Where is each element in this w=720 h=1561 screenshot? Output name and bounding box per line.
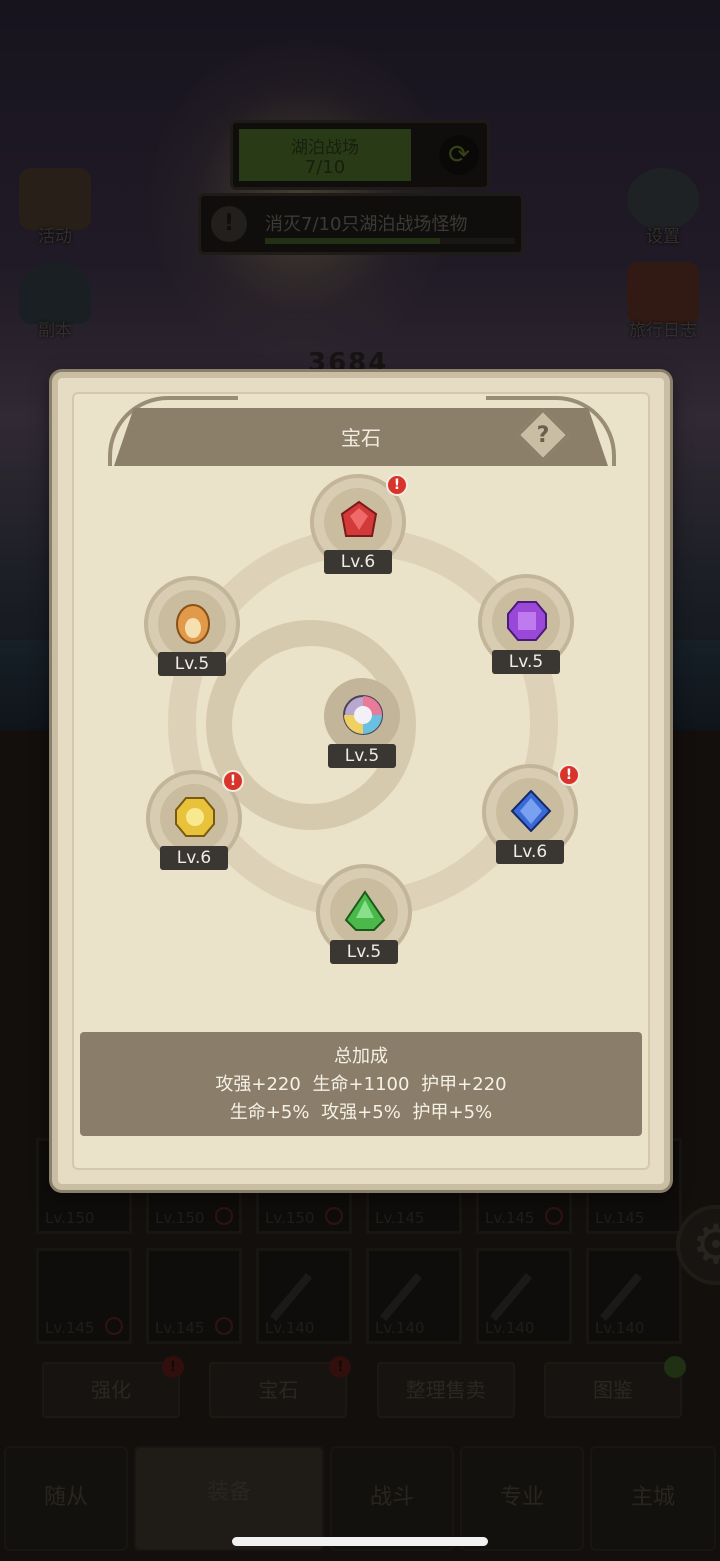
gem-slot-yellow[interactable]: Lv.6 ! bbox=[146, 770, 246, 870]
alert-badge: ! bbox=[558, 764, 580, 786]
orange-gem-icon bbox=[176, 604, 210, 644]
purple-gem-icon bbox=[507, 601, 547, 641]
gem-slot-rainbow[interactable]: Lv.5 bbox=[314, 668, 414, 768]
alert-badge: ! bbox=[222, 770, 244, 792]
gem-slot-red[interactable]: Lv.6 ! bbox=[310, 474, 410, 574]
gem-slot-blue[interactable]: Lv.6 ! bbox=[482, 764, 582, 864]
help-icon[interactable]: ? bbox=[524, 418, 562, 456]
total-bonus-panel: 总加成 攻强+220 生命+1100 护甲+220 生命+5% 攻强+5% 护甲… bbox=[80, 1032, 642, 1136]
green-gem-icon bbox=[344, 890, 386, 931]
gem-slot-green[interactable]: Lv.5 bbox=[316, 864, 416, 964]
alert-badge: ! bbox=[386, 474, 408, 496]
yellow-gem-icon bbox=[175, 797, 215, 837]
home-indicator[interactable] bbox=[232, 1537, 488, 1546]
dialog-title: 宝石 bbox=[341, 426, 381, 450]
bonus-title: 总加成 bbox=[334, 1046, 388, 1067]
bonus-line-2: 生命+5% 攻强+5% 护甲+5% bbox=[229, 1102, 493, 1123]
bonus-line-1: 攻强+220 生命+1100 护甲+220 bbox=[215, 1074, 507, 1095]
gem-slot-purple[interactable]: Lv.5 bbox=[478, 574, 578, 674]
blue-gem-icon bbox=[510, 790, 552, 832]
rainbow-gem-icon bbox=[343, 695, 383, 735]
red-gem-icon bbox=[340, 500, 378, 537]
gem-dialog: 宝石 ? Lv.6 ! Lv.5 Lv.5 Lv.5 Lv.6 ! Lv.6 !… bbox=[52, 372, 670, 1190]
gem-slot-orange[interactable]: Lv.5 bbox=[144, 576, 244, 676]
